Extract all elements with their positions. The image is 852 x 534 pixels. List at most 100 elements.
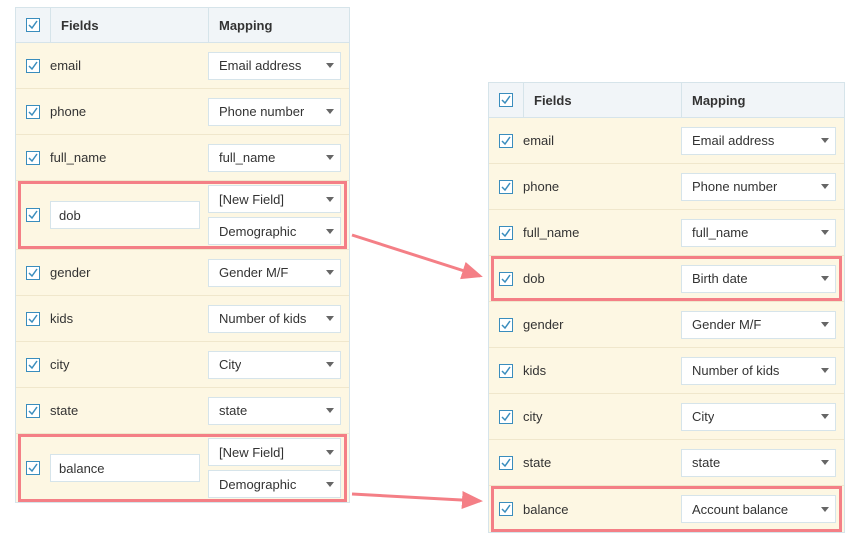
row-checkbox[interactable] <box>26 151 40 165</box>
field-name: email <box>50 58 81 73</box>
mapping-dropdown[interactable]: City <box>208 351 341 379</box>
dropdown-label: Email address <box>692 133 774 148</box>
table-row: state state <box>16 388 349 434</box>
caret-down-icon <box>326 197 334 202</box>
table-row: city City <box>16 342 349 388</box>
mapping-dropdown[interactable]: Gender M/F <box>208 259 341 287</box>
caret-down-icon <box>821 507 829 512</box>
mapping-dropdown[interactable]: Birth date <box>681 265 836 293</box>
field-name: city <box>50 357 70 372</box>
table-row: email Email address <box>16 43 349 89</box>
caret-down-icon <box>326 482 334 487</box>
mapping-dropdown[interactable]: Email address <box>208 52 341 80</box>
dropdown-label: full_name <box>219 150 275 165</box>
table-row: phone Phone number <box>489 164 844 210</box>
table-row: kidsNumber of kids <box>489 348 844 394</box>
row-checkbox[interactable] <box>26 358 40 372</box>
row-checkbox[interactable] <box>26 208 40 222</box>
row-checkbox[interactable] <box>499 410 513 424</box>
field-name: phone <box>50 104 86 119</box>
table-row: state state <box>489 440 844 486</box>
row-checkbox[interactable] <box>26 105 40 119</box>
dropdown-label: full_name <box>692 225 748 240</box>
dropdown-label: City <box>692 409 714 424</box>
mapping-dropdown[interactable]: Email address <box>681 127 836 155</box>
dropdown-label: City <box>219 357 241 372</box>
row-checkbox[interactable] <box>499 456 513 470</box>
field-name: full_name <box>523 225 579 240</box>
dropdown-label: Gender M/F <box>219 265 288 280</box>
caret-down-icon <box>326 450 334 455</box>
caret-down-icon <box>326 155 334 160</box>
col-fields: Fields <box>523 83 681 117</box>
col-fields: Fields <box>50 8 208 42</box>
field-name: phone <box>523 179 559 194</box>
caret-down-icon <box>821 460 829 465</box>
mapping-dropdown[interactable]: [New Field] <box>208 185 341 213</box>
dropdown-label: [New Field] <box>219 192 284 207</box>
table-row: phone Phone number <box>16 89 349 135</box>
field-name: state <box>523 455 551 470</box>
row-checkbox[interactable] <box>499 134 513 148</box>
mapping-dropdown[interactable]: Phone number <box>681 173 836 201</box>
mapping-dropdown[interactable]: state <box>681 449 836 477</box>
field-name: state <box>50 403 78 418</box>
dropdown-label: state <box>692 455 720 470</box>
mapping-dropdown[interactable]: [New Field] <box>208 438 341 466</box>
mapping-dropdown[interactable]: Demographic <box>208 470 341 498</box>
row-checkbox[interactable] <box>26 312 40 326</box>
select-all-checkbox[interactable] <box>499 93 513 107</box>
field-name: balance <box>523 502 569 517</box>
row-checkbox[interactable] <box>499 318 513 332</box>
table-row: kids Number of kids <box>16 296 349 342</box>
row-checkbox[interactable] <box>499 272 513 286</box>
table-row: city City <box>489 394 844 440</box>
select-all-checkbox[interactable] <box>26 18 40 32</box>
row-checkbox[interactable] <box>26 404 40 418</box>
mapping-dropdown[interactable]: full_name <box>208 144 341 172</box>
mapping-dropdown[interactable]: state <box>208 397 341 425</box>
col-mapping: Mapping <box>681 83 844 117</box>
mapping-dropdown[interactable]: full_name <box>681 219 836 247</box>
row-checkbox[interactable] <box>499 502 513 516</box>
dropdown-label: Demographic <box>219 477 296 492</box>
dropdown-label: Account balance <box>692 502 788 517</box>
mapping-dropdown[interactable]: Demographic <box>208 217 341 245</box>
caret-down-icon <box>326 229 334 234</box>
caret-down-icon <box>821 322 829 327</box>
table-row: balance Account balance <box>489 486 844 532</box>
caret-down-icon <box>326 362 334 367</box>
row-checkbox[interactable] <box>26 266 40 280</box>
mapping-dropdown[interactable]: City <box>681 403 836 431</box>
field-name: dob <box>523 271 545 286</box>
dropdown-label: Phone number <box>219 104 304 119</box>
table-row: dob [New Field] Demographic <box>16 181 349 250</box>
mapping-panel-before: Fields Mapping emailEmail addressphonePh… <box>15 7 350 503</box>
row-checkbox[interactable] <box>499 180 513 194</box>
caret-down-icon <box>821 276 829 281</box>
caret-down-icon <box>326 63 334 68</box>
table-header: Fields Mapping <box>489 82 844 118</box>
mapping-dropdown[interactable]: Phone number <box>208 98 341 126</box>
dropdown-label: Number of kids <box>692 363 779 378</box>
table-row: full_namefull_name <box>16 135 349 181</box>
row-checkbox[interactable] <box>499 364 513 378</box>
field-name-input[interactable]: dob <box>50 201 200 229</box>
caret-down-icon <box>326 109 334 114</box>
dropdown-label: Demographic <box>219 224 296 239</box>
arrow-dob <box>352 228 492 288</box>
row-checkbox[interactable] <box>26 461 40 475</box>
table-row: dob Birth date <box>489 256 844 302</box>
field-name: kids <box>50 311 73 326</box>
mapping-dropdown[interactable]: Account balance <box>681 495 836 523</box>
mapping-dropdown[interactable]: Number of kids <box>681 357 836 385</box>
mapping-dropdown[interactable]: Gender M/F <box>681 311 836 339</box>
table-row: genderGender M/F <box>489 302 844 348</box>
caret-down-icon <box>326 270 334 275</box>
row-checkbox[interactable] <box>26 59 40 73</box>
field-name-input[interactable]: balance <box>50 454 200 482</box>
row-checkbox[interactable] <box>499 226 513 240</box>
mapping-dropdown[interactable]: Number of kids <box>208 305 341 333</box>
field-name: city <box>523 409 543 424</box>
table-row: genderGender M/F <box>16 250 349 296</box>
